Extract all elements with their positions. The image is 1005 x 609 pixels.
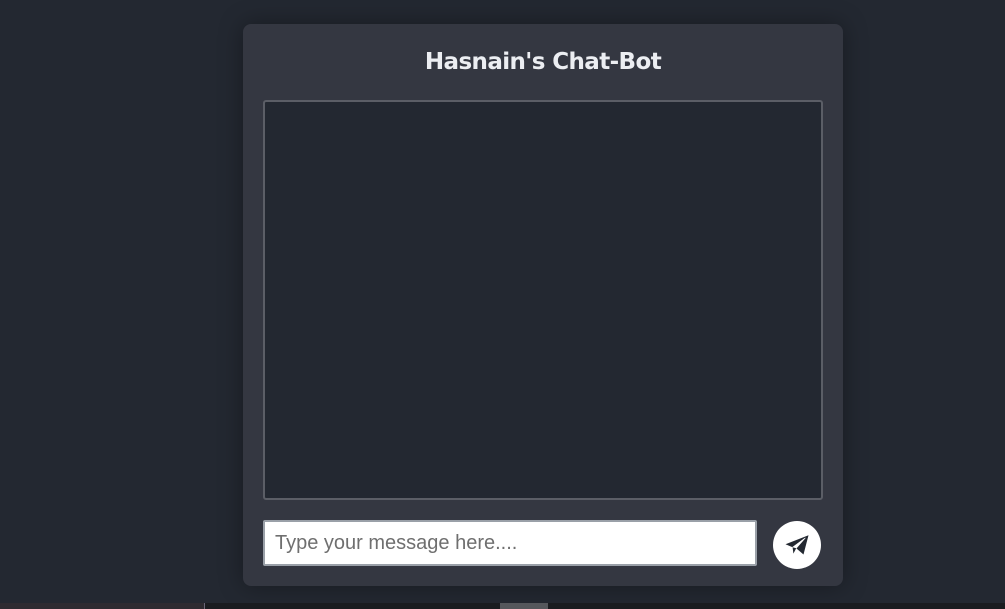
chat-card: Hasnain's Chat-Bot — [243, 24, 843, 586]
paper-plane-icon — [784, 534, 810, 556]
taskbar-strip — [0, 603, 1005, 609]
chat-title: Hasnain's Chat-Bot — [424, 49, 662, 75]
message-area[interactable] — [263, 100, 823, 500]
chat-header: Hasnain's Chat-Bot — [243, 24, 843, 100]
taskbar-thumbnail[interactable] — [0, 603, 205, 609]
message-input[interactable] — [263, 520, 757, 566]
send-button[interactable] — [773, 521, 821, 569]
taskbar-tab[interactable] — [500, 603, 548, 609]
